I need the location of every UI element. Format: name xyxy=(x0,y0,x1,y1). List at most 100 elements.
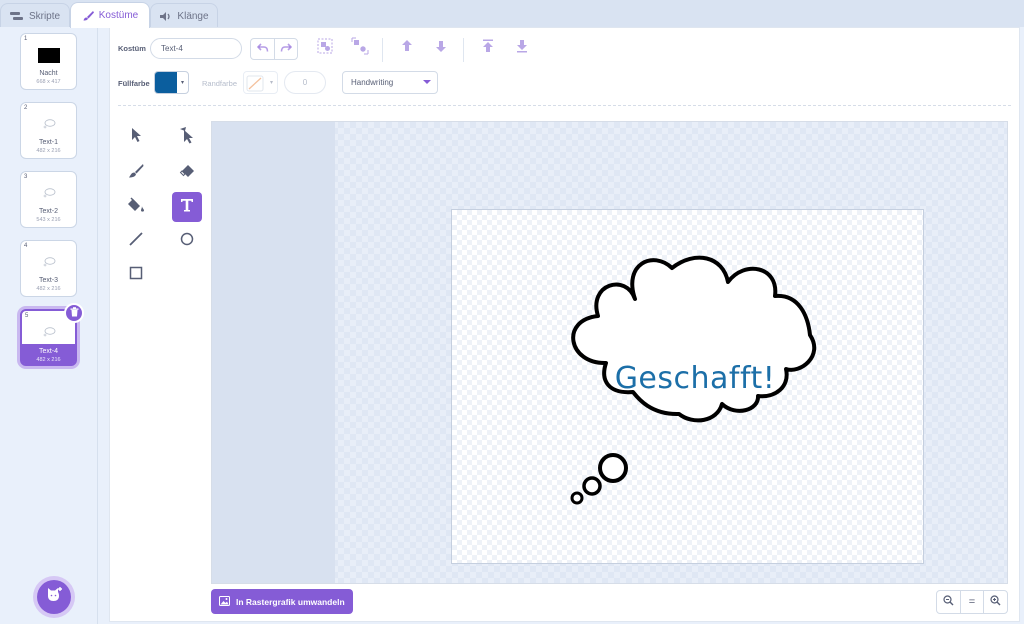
chevron-down-icon: ▾ xyxy=(180,80,184,86)
zoom-out-icon xyxy=(943,595,954,609)
costume-card[interactable]: 1 Nacht 668 x 417 xyxy=(20,33,77,90)
undo-button[interactable] xyxy=(251,39,274,59)
tab-sounds-label: Klänge xyxy=(177,10,209,22)
tab-scripts-label: Skripte xyxy=(28,10,61,22)
convert-label: In Rastergrafik umwandeln xyxy=(236,596,345,607)
divider xyxy=(382,38,383,62)
no-stroke-icon xyxy=(244,72,266,93)
costume-stage[interactable]: Geschafft! xyxy=(451,209,924,564)
zoom-reset-button[interactable]: = xyxy=(959,591,984,613)
zoom-in-button[interactable] xyxy=(983,591,1007,613)
costume-number: 3 xyxy=(24,174,28,180)
tab-costumes[interactable]: Kostüme xyxy=(70,2,150,28)
tab-costumes-label: Kostüme xyxy=(98,10,139,21)
costume-number: 5 xyxy=(25,313,29,319)
group-button[interactable] xyxy=(315,38,335,58)
chevron-down-icon: ▾ xyxy=(269,80,273,86)
fill-swatch xyxy=(155,72,177,93)
costume-card[interactable]: 4 Text-3 482 x 216 xyxy=(20,240,77,297)
costume-number: 1 xyxy=(24,36,28,42)
costume-label: Kostüm xyxy=(118,44,146,53)
stroke-width-input[interactable]: 0 xyxy=(284,71,326,94)
costume-card[interactable]: 3 Text-2 543 x 216 xyxy=(20,171,77,228)
trash-icon xyxy=(70,304,79,322)
group-icon xyxy=(316,37,334,60)
speech-bubble-icon xyxy=(21,251,76,273)
add-costume-button[interactable] xyxy=(37,580,71,614)
tab-scripts[interactable]: Skripte xyxy=(0,3,70,28)
convert-to-bitmap-button[interactable]: In Rastergrafik umwandeln xyxy=(211,589,353,614)
delete-costume-button[interactable] xyxy=(64,303,84,323)
zoom-controls: = xyxy=(936,590,1008,614)
square-icon xyxy=(128,265,144,286)
fill-label: Füllfarbe xyxy=(118,79,150,88)
zoom-in-icon xyxy=(990,595,1001,609)
rectangle-tool[interactable] xyxy=(121,260,151,290)
redo-button[interactable] xyxy=(274,39,297,59)
fill-tool[interactable] xyxy=(121,192,151,222)
speech-bubble-icon xyxy=(21,182,76,204)
circle-icon xyxy=(179,231,195,252)
costume-name: Text-4 xyxy=(38,348,59,355)
costume-name: Text-3 xyxy=(38,277,59,284)
backward-button[interactable] xyxy=(431,38,451,58)
paint-bucket-icon xyxy=(127,196,145,218)
font-dropdown-value: Handwriting xyxy=(351,78,394,87)
ungroup-button[interactable] xyxy=(350,37,370,58)
eraser-icon xyxy=(179,163,195,184)
circle-tool[interactable] xyxy=(172,226,202,256)
brush-icon xyxy=(82,10,94,22)
font-dropdown[interactable]: Handwriting xyxy=(342,71,438,94)
text-tool[interactable] xyxy=(172,192,202,222)
speech-bubble-icon xyxy=(21,113,76,135)
stroke-color-picker[interactable]: ▾ xyxy=(243,71,278,94)
costume-name: Text-2 xyxy=(38,208,59,215)
speaker-icon xyxy=(159,11,172,22)
brush-icon xyxy=(128,163,144,184)
costume-name: Text-1 xyxy=(38,139,59,146)
select-tool[interactable] xyxy=(121,122,151,152)
divider xyxy=(463,38,464,62)
arrow-down-icon xyxy=(434,39,448,58)
undo-redo-group xyxy=(250,38,298,60)
brush-tool[interactable] xyxy=(121,158,151,188)
cat-plus-icon xyxy=(45,586,63,609)
paint-editor-screen: Skripte Kostüme Klänge 1 Nacht 668 x 417… xyxy=(0,0,1024,624)
arrow-cursor-icon xyxy=(129,127,143,148)
costume-name: Nacht xyxy=(39,70,58,77)
arrow-bottom-icon xyxy=(515,39,529,58)
stroke-label: Randfarbe xyxy=(202,79,238,88)
costume-name-input[interactable]: Text-4 xyxy=(150,38,242,59)
front-button[interactable] xyxy=(478,38,498,58)
back-button[interactable] xyxy=(512,38,532,58)
paint-canvas[interactable]: Geschafft! xyxy=(211,121,1008,584)
tab-bar: Skripte Kostüme Klänge xyxy=(0,0,1024,28)
costume-size: 482 x 216 xyxy=(36,148,61,154)
paint-editor: Kostüm Text-4 Füllfarbe ▾ Randfarbe ▾ 0 … xyxy=(109,27,1020,622)
redo-icon xyxy=(280,40,293,58)
undo-icon xyxy=(256,40,269,58)
tab-sounds[interactable]: Klänge xyxy=(150,3,218,28)
arrow-up-icon xyxy=(400,39,414,58)
costume-thumbnail xyxy=(21,44,76,66)
costume-size: 482 x 216 xyxy=(36,357,61,363)
toolbar-divider xyxy=(118,105,1011,106)
costume-card[interactable]: 2 Text-1 482 x 216 xyxy=(20,102,77,159)
forward-button[interactable] xyxy=(397,38,417,58)
reshape-cursor-icon xyxy=(179,126,195,149)
text-t-icon xyxy=(179,197,195,218)
zoom-out-button[interactable] xyxy=(937,591,960,613)
costume-size: 543 x 216 xyxy=(36,217,61,223)
costume-size: 482 x 216 xyxy=(36,286,61,292)
costume-number: 4 xyxy=(24,243,28,249)
canvas-text[interactable]: Geschafft! xyxy=(600,361,790,396)
costume-size: 668 x 417 xyxy=(36,79,61,85)
eraser-tool[interactable] xyxy=(172,158,202,188)
canvas-margin xyxy=(212,122,335,583)
fill-color-picker[interactable]: ▾ xyxy=(154,71,189,94)
reshape-tool[interactable] xyxy=(172,122,202,152)
line-tool[interactable] xyxy=(121,226,151,256)
line-icon xyxy=(128,231,144,252)
image-icon xyxy=(219,595,230,608)
costume-number: 2 xyxy=(24,105,28,111)
